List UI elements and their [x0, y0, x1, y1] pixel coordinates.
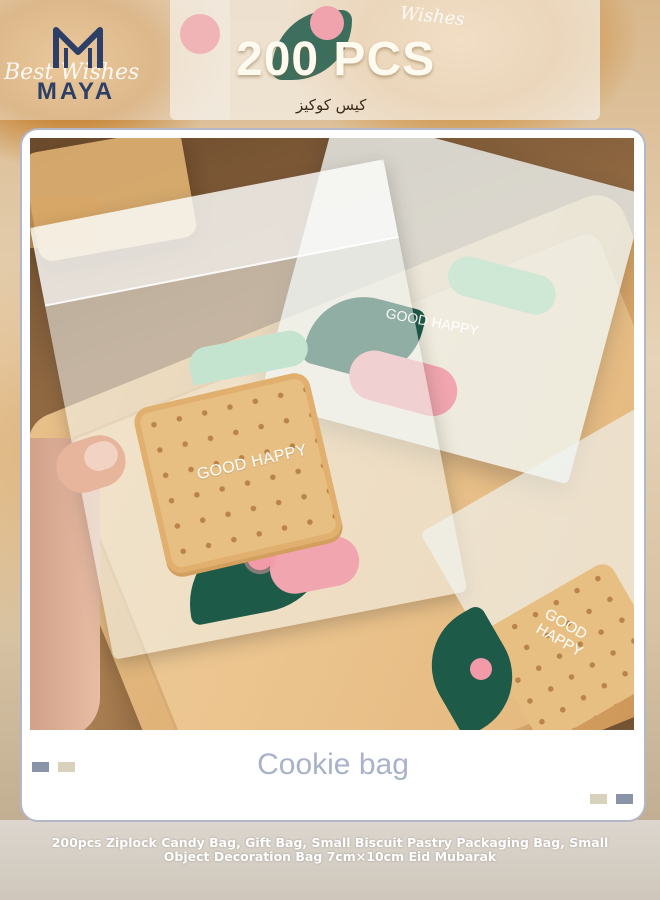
product-photo-frame: GOOD HAPPY GOOD HAPPY GOOD HAPPY Cookie …	[20, 128, 646, 822]
brand-logo: MAYA	[26, 26, 136, 116]
decor-square	[590, 794, 607, 804]
maya-logo-icon	[53, 27, 103, 68]
caption-title: Cookie bag	[257, 748, 409, 781]
decor-square	[616, 794, 633, 804]
arabic-label: كيس كوكيز	[296, 96, 367, 114]
headline-quantity: 200 PCS	[236, 33, 436, 86]
background-flower-pink	[180, 14, 220, 54]
corner-flower	[470, 658, 492, 680]
logo-text: MAYA	[36, 78, 116, 105]
product-description: 200pcs Ziplock Candy Bag, Gift Bag, Smal…	[51, 835, 609, 864]
product-photo: GOOD HAPPY GOOD HAPPY GOOD HAPPY	[30, 138, 634, 730]
